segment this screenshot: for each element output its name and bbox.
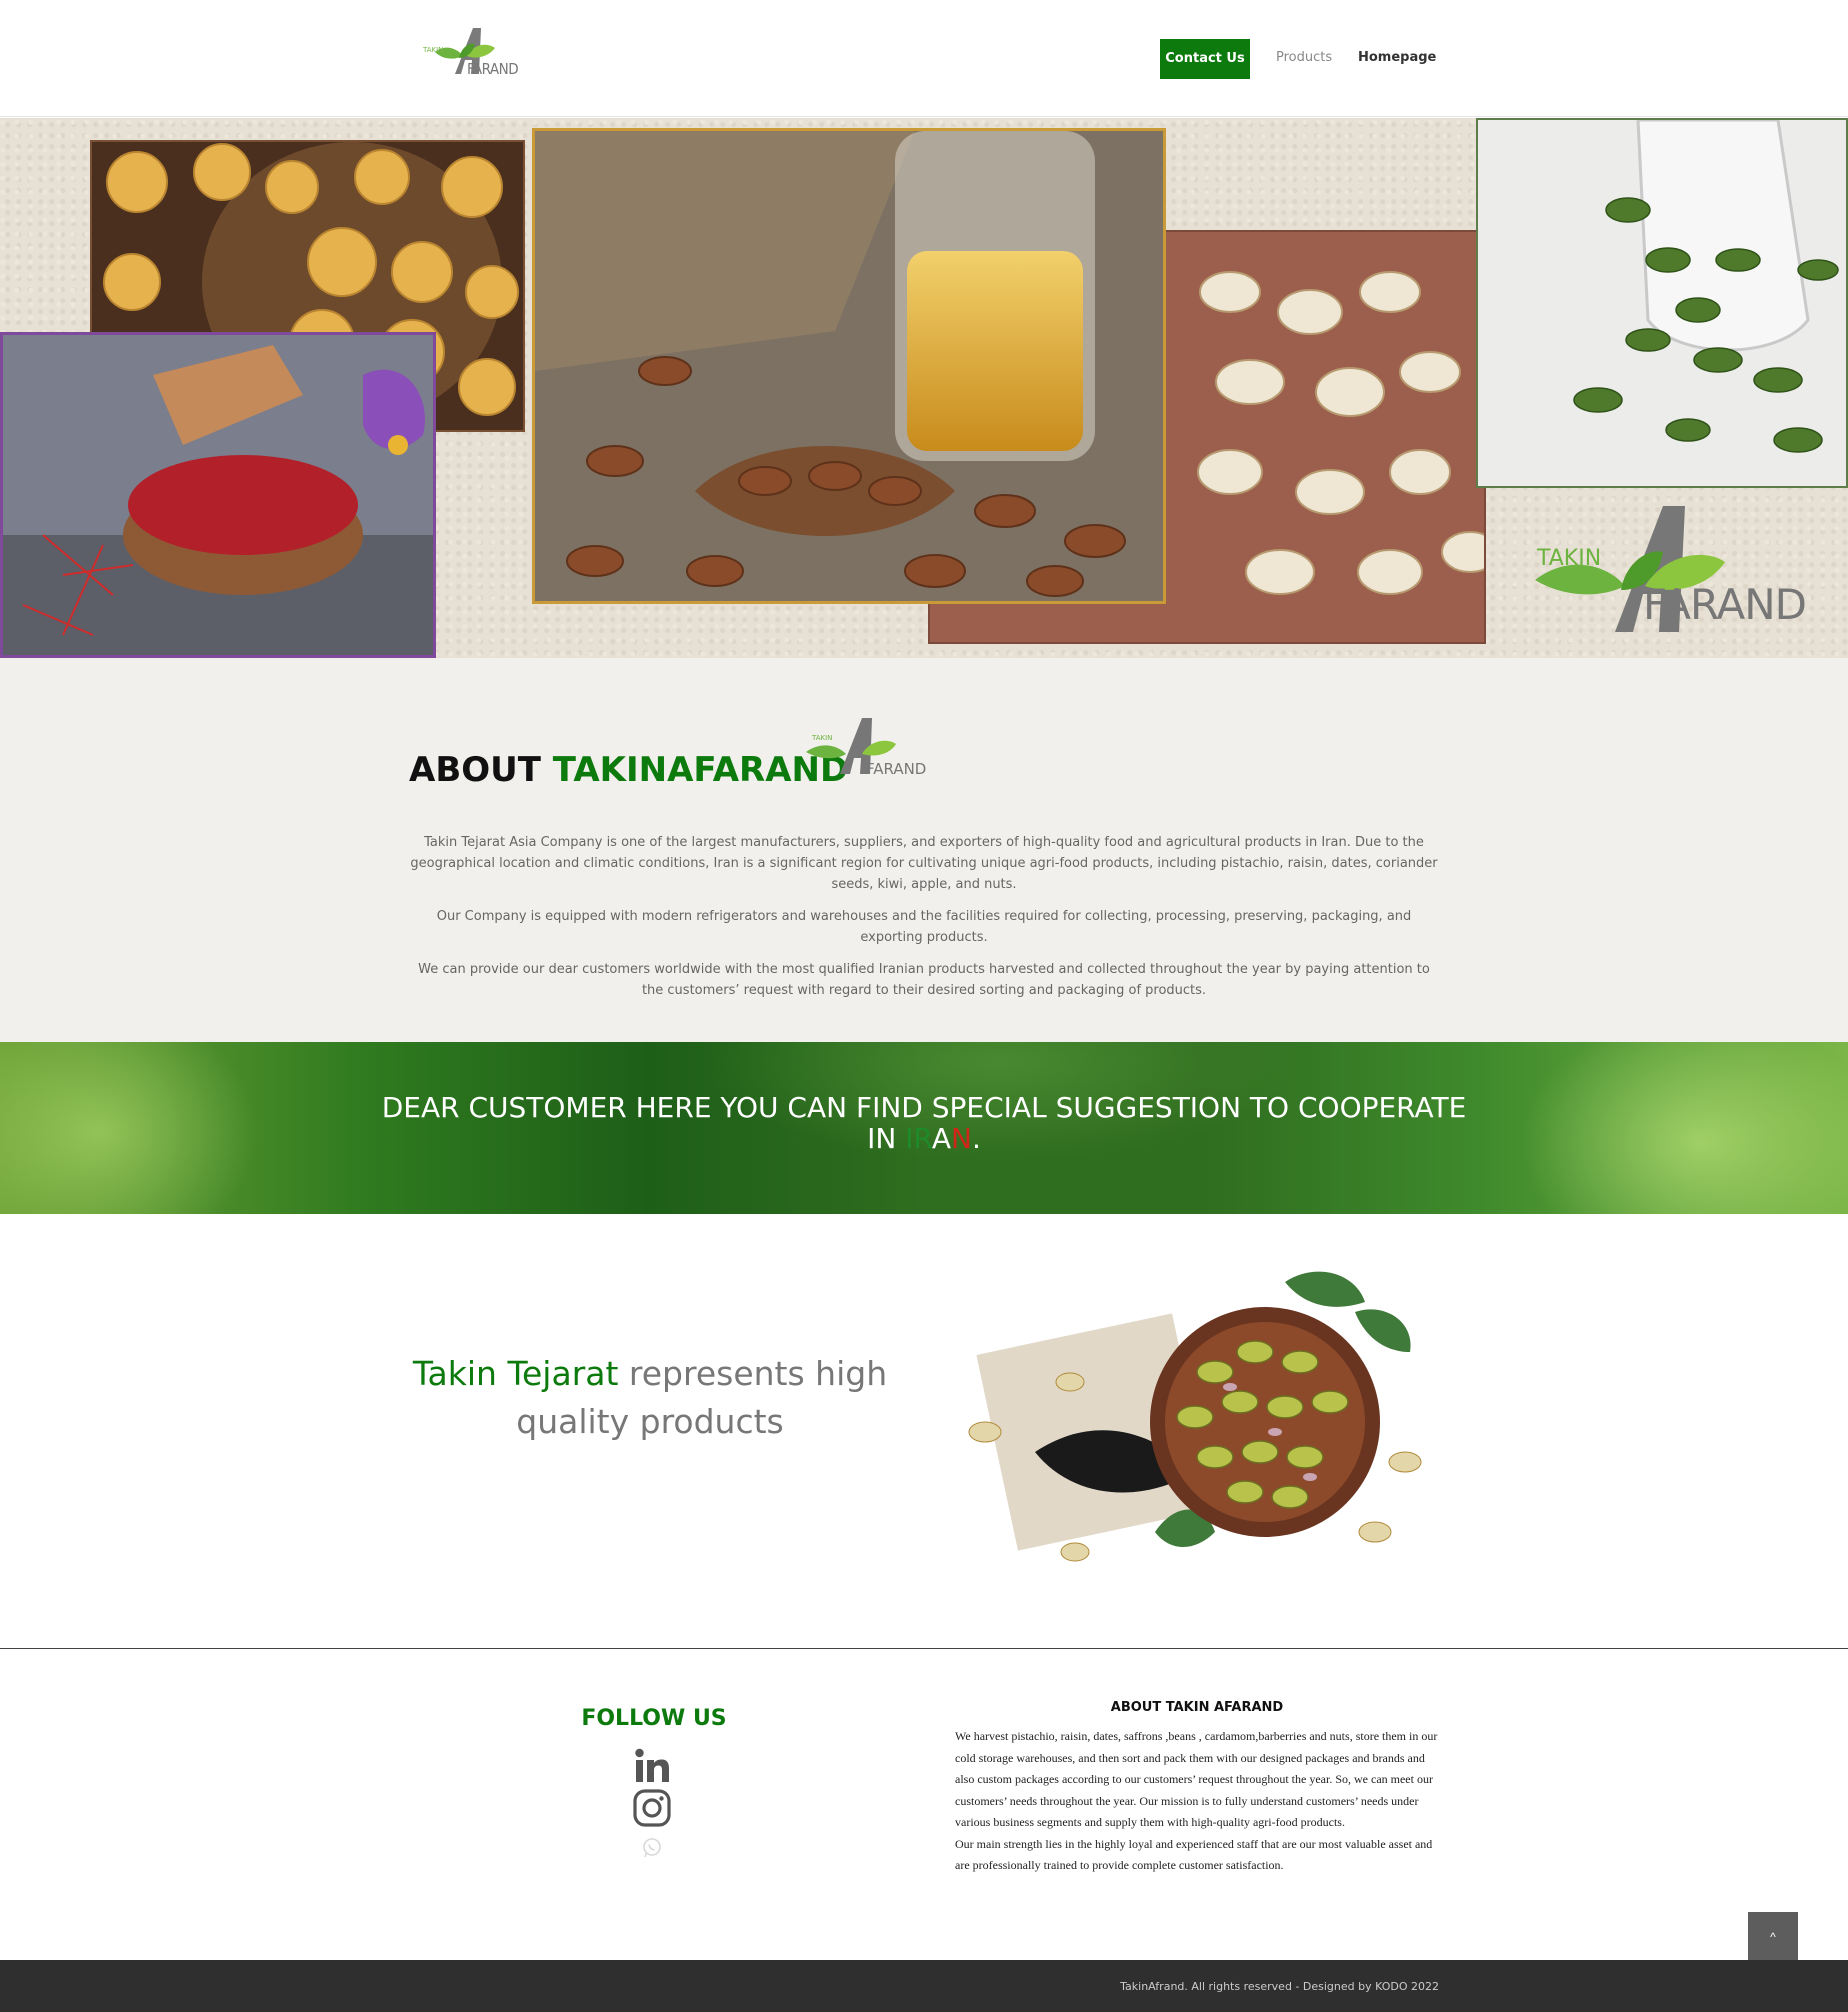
linkedin-icon[interactable] [632,1746,672,1786]
iran-letters-red: N [950,1122,972,1155]
site-logo[interactable]: TAKIN FARAND [415,22,523,82]
nav-homepage[interactable]: Homepage [1358,50,1436,65]
iran-letters-white: A [931,1122,951,1155]
footer-about-paragraph-2: Our main strength lies in the highly loy… [955,1836,1433,1873]
about-section: ABOUT TAKINAFARAND TAKIN FARAND Takin Te… [0,658,1848,1042]
about-paragraph-2: Our Company is equipped with modern refr… [436,909,1412,945]
scroll-to-top-button[interactable]: ^ [1748,1912,1798,1962]
pistachio-bowl-image [955,1262,1440,1600]
nav-products[interactable]: Products [1276,50,1332,65]
about-paragraph-3: We can provide our dear customers worldw… [418,962,1430,998]
iran-letters-green: IR [905,1122,932,1155]
footer-bar: TakinAfrand. All rights reserved - Desig… [0,1960,1848,2012]
logo-small-text: TAKIN [423,46,444,54]
about-paragraph-1: Takin Tejarat Asia Company is one of the… [410,835,1438,892]
hero-logo-small-text: TAKIN [1537,546,1602,571]
logo-large-text: FARAND [467,60,519,78]
follow-us-heading: FOLLOW US [581,1706,727,1731]
about-logo-large-text: FARAND [866,760,926,778]
banner-line-2-prefix: IN [867,1122,906,1155]
almond-oil-image [532,128,1166,604]
hero-collage: TAKIN FARAND [0,118,1848,658]
banner-line-2: IN IRAN. [380,1123,1468,1154]
about-heading: ABOUT TAKINAFARAND [409,750,848,790]
footer-about-body: We harvest pistachio, raisin, dates, saf… [955,1726,1439,1877]
about-logo: TAKIN FARAND [804,712,929,782]
nav-contact-us[interactable]: Contact Us [1160,39,1250,79]
site-header: TAKIN FARAND Contact Us Products Homepag… [0,0,1848,117]
banner-headline: DEAR CUSTOMER HERE YOU CAN FIND SPECIAL … [380,1092,1468,1154]
banner-line-2-suffix: . [971,1122,981,1155]
cooperation-banner: DEAR CUSTOMER HERE YOU CAN FIND SPECIAL … [0,1042,1848,1214]
about-heading-prefix: ABOUT [409,750,541,790]
instagram-icon[interactable] [632,1788,672,1828]
footer-about-heading: ABOUT TAKIN AFARAND [1110,1700,1284,1715]
about-logo-mark-icon: TAKIN FARAND [806,718,926,778]
footer-about-paragraph-1: We harvest pistachio, raisin, dates, saf… [955,1729,1438,1829]
cardamom-image [1476,118,1848,488]
about-body: Takin Tejarat Asia Company is one of the… [410,832,1438,1012]
banner-line-1: DEAR CUSTOMER HERE YOU CAN FIND SPECIAL … [381,1091,1467,1124]
hero-brand-logo: TAKIN FARAND [1525,490,1825,640]
about-logo-small-text: TAKIN [811,734,832,742]
quality-brand: Takin Tejarat [412,1354,619,1393]
quality-statement: Takin Tejarat represents high quality pr… [410,1350,890,1446]
saffron-image [0,332,436,658]
section-divider [0,1648,1848,1649]
hero-logo-large-text: FARAND [1643,580,1807,629]
whatsapp-icon[interactable] [640,1836,664,1860]
copyright-text: TakinAfrand. All rights reserved - Desig… [1120,1980,1439,1993]
